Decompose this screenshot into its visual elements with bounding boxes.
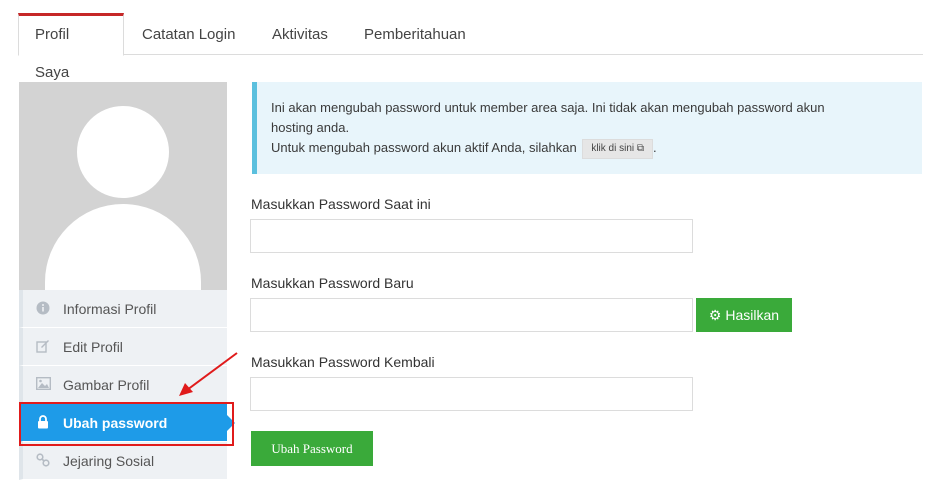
edit-icon — [35, 339, 51, 355]
sidebar-item-edit-profil[interactable]: Edit Profil — [19, 328, 227, 366]
tab-aktivitas[interactable]: Aktivitas — [256, 13, 344, 55]
sidebar-item-informasi-profil[interactable]: Informasi Profil — [19, 290, 227, 328]
external-link-icon: ⧉ — [636, 142, 645, 154]
generate-label: Hasilkan — [725, 306, 780, 323]
sidebar-item-label: Jejaring Sosial — [63, 453, 155, 469]
sidebar-item-jejaring-sosial[interactable]: Jejaring Sosial — [19, 442, 227, 480]
confirm-password-input[interactable] — [250, 377, 693, 411]
alert-line-1: Ini akan mengubah password untuk member … — [271, 100, 825, 115]
change-password-submit-button[interactable]: Ubah Password — [251, 431, 373, 466]
current-password-input[interactable] — [250, 219, 693, 253]
click-here-link-button[interactable]: klik di sini ⧉ — [582, 138, 654, 159]
gear-icon: ⚙ — [708, 306, 722, 323]
image-icon — [35, 376, 51, 393]
sidebar-item-ubah-password[interactable]: Ubah password — [19, 404, 235, 442]
profile-sidebar-menu: Informasi Profil Edit Profil Gambar Prof… — [19, 290, 235, 480]
confirm-password-label: Masukkan Password Kembali — [251, 354, 435, 370]
tab-profil-saya[interactable]: Profil Saya — [18, 13, 124, 81]
sidebar-item-label: Informasi Profil — [63, 301, 157, 317]
avatar-body-shape — [45, 204, 201, 290]
tab-catatan-login[interactable]: Catatan Login — [126, 13, 251, 55]
profile-tabs: Profil Saya Catatan Login Aktivitas Pemb… — [18, 13, 923, 81]
click-here-label: klik di sini — [591, 142, 635, 154]
alert-line-3: Untuk mengubah password akun aktif Anda,… — [271, 138, 906, 159]
new-password-label: Masukkan Password Baru — [251, 275, 414, 291]
tab-pemberitahuan[interactable]: Pemberitahuan — [348, 13, 482, 55]
link-icon — [35, 453, 51, 469]
sidebar-item-label: Edit Profil — [63, 339, 123, 355]
alert-line-3-text: Untuk mengubah password akun aktif Anda,… — [271, 140, 577, 155]
current-password-label: Masukkan Password Saat ini — [251, 196, 431, 212]
new-password-input[interactable] — [250, 298, 693, 332]
sidebar-item-label: Gambar Profil — [63, 377, 150, 393]
info-alert: Ini akan mengubah password untuk member … — [252, 82, 922, 174]
avatar-placeholder — [19, 82, 227, 290]
lock-icon — [35, 415, 51, 431]
avatar-head-shape — [77, 106, 169, 198]
generate-password-button[interactable]: ⚙ Hasilkan — [696, 298, 792, 332]
alert-line-3-end: . — [653, 140, 657, 155]
sidebar-item-gambar-profil[interactable]: Gambar Profil — [19, 366, 227, 404]
alert-line-2: hosting anda. — [271, 120, 350, 135]
sidebar-item-label: Ubah password — [63, 415, 168, 431]
info-circle-icon — [35, 301, 51, 317]
